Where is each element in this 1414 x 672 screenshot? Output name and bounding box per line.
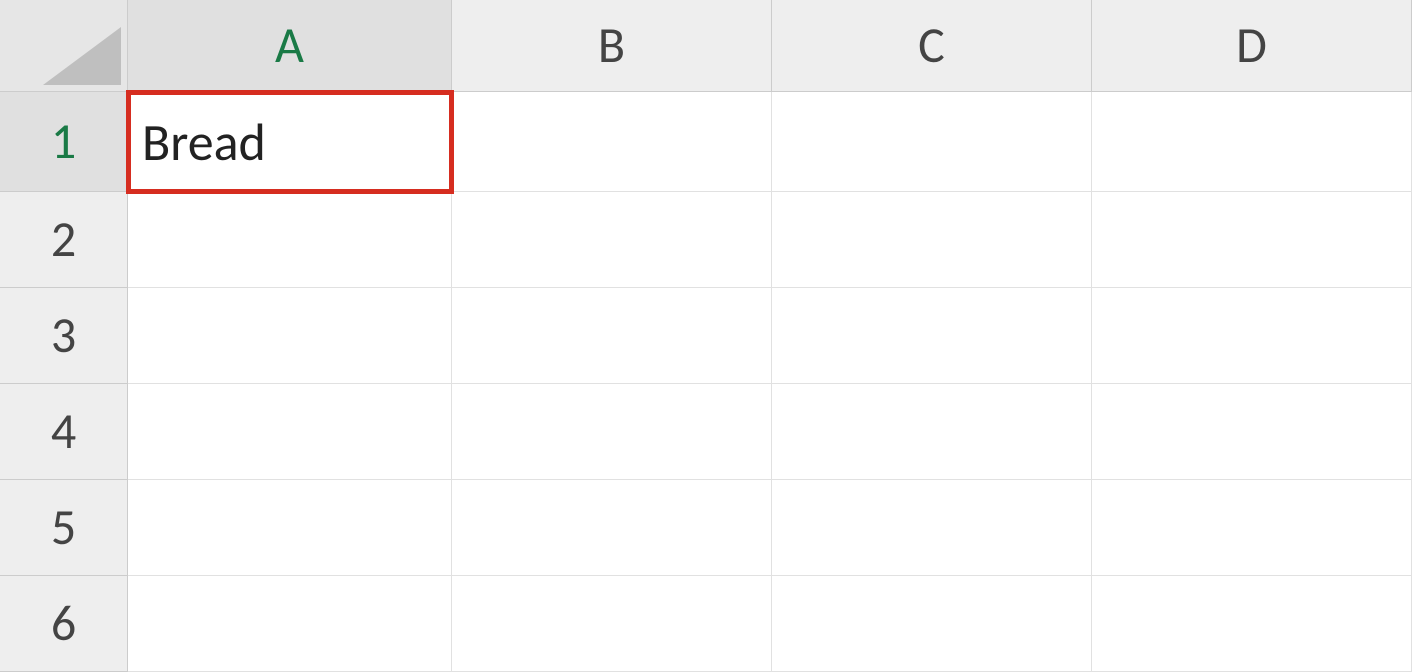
column-header-B[interactable]: B <box>452 0 772 92</box>
cell-B3[interactable] <box>452 288 772 384</box>
cell-A6[interactable] <box>128 576 452 672</box>
cell-A5[interactable] <box>128 480 452 576</box>
cell-A3[interactable] <box>128 288 452 384</box>
select-all-corner[interactable] <box>0 0 128 92</box>
column-header-A[interactable]: A <box>128 0 452 92</box>
cell-A1[interactable]: Bread <box>128 92 452 192</box>
column-header-D[interactable]: D <box>1092 0 1412 92</box>
cell-C3[interactable] <box>772 288 1092 384</box>
column-header-C[interactable]: C <box>772 0 1092 92</box>
cell-D5[interactable] <box>1092 480 1412 576</box>
row-header-5[interactable]: 5 <box>0 480 128 576</box>
cell-D4[interactable] <box>1092 384 1412 480</box>
cell-A4[interactable] <box>128 384 452 480</box>
row-header-6[interactable]: 6 <box>0 576 128 672</box>
cell-C1[interactable] <box>772 92 1092 192</box>
cell-B6[interactable] <box>452 576 772 672</box>
cell-B2[interactable] <box>452 192 772 288</box>
cell-C2[interactable] <box>772 192 1092 288</box>
row-header-3[interactable]: 3 <box>0 288 128 384</box>
spreadsheet-grid: A B C D 1 Bread 2 3 4 5 6 <box>0 0 1414 672</box>
cell-B4[interactable] <box>452 384 772 480</box>
row-header-1[interactable]: 1 <box>0 92 128 192</box>
cell-C5[interactable] <box>772 480 1092 576</box>
cell-A2[interactable] <box>128 192 452 288</box>
row-header-2[interactable]: 2 <box>0 192 128 288</box>
cell-D3[interactable] <box>1092 288 1412 384</box>
cell-D1[interactable] <box>1092 92 1412 192</box>
cell-D2[interactable] <box>1092 192 1412 288</box>
cell-C6[interactable] <box>772 576 1092 672</box>
row-header-4[interactable]: 4 <box>0 384 128 480</box>
cell-C4[interactable] <box>772 384 1092 480</box>
cell-B1[interactable] <box>452 92 772 192</box>
cell-D6[interactable] <box>1092 576 1412 672</box>
cell-B5[interactable] <box>452 480 772 576</box>
